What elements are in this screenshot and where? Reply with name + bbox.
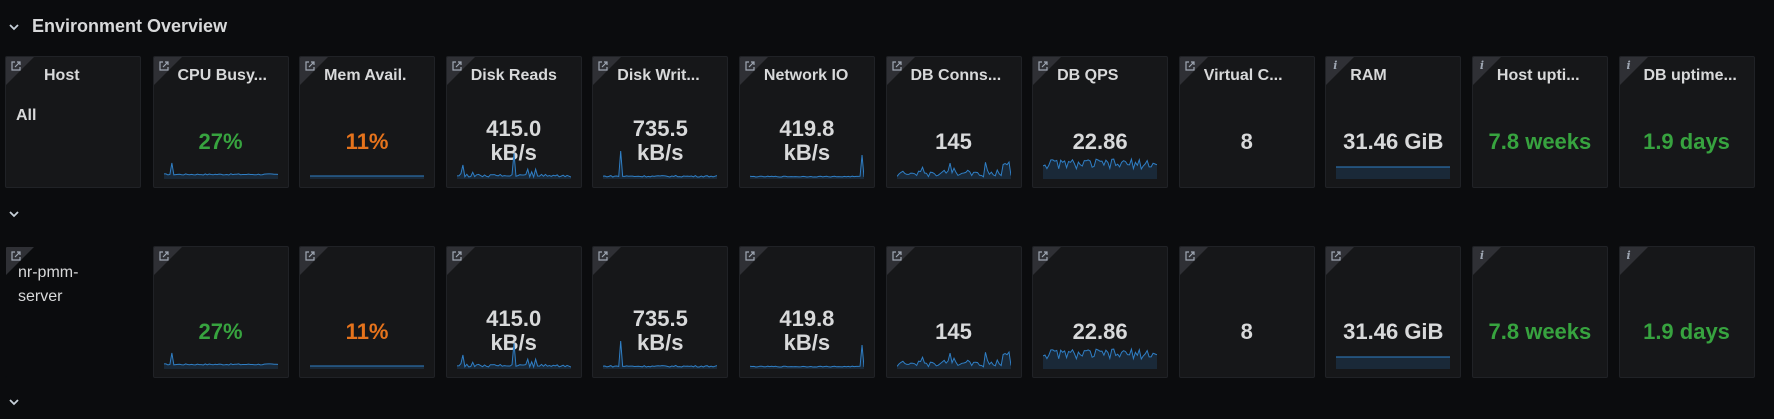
- external-link-icon[interactable]: [597, 250, 609, 262]
- panel-title: DB QPS: [1057, 67, 1119, 84]
- panel-value: 7.8 weeks: [1488, 319, 1592, 344]
- row-title-environment-overview[interactable]: Environment Overview: [8, 16, 227, 37]
- external-link-icon[interactable]: [891, 250, 903, 262]
- stat-panel[interactable]: i 7.8 weeks: [1471, 246, 1608, 378]
- stat-panel[interactable]: 22.86: [1032, 246, 1169, 378]
- panel-title: Network IO: [763, 67, 849, 84]
- info-icon[interactable]: i: [1477, 250, 1489, 262]
- sparkline: [603, 339, 718, 369]
- sparkline: [749, 339, 864, 369]
- panel-value-number: 735.5: [632, 306, 688, 331]
- stat-panel[interactable]: i DB uptime... 1.9 days: [1618, 56, 1755, 188]
- stat-panel[interactable]: Disk Writ... 735.5 kB/s: [592, 56, 729, 188]
- sparkline: [1336, 149, 1451, 179]
- panel-value: 8: [1240, 319, 1253, 344]
- stat-panel[interactable]: 419.8 kB/s: [738, 246, 875, 378]
- panel-title: Host: [44, 67, 80, 84]
- external-link-icon[interactable]: [1184, 250, 1196, 262]
- sparkline: [896, 339, 1011, 369]
- sparkline: [310, 149, 425, 179]
- stat-panel[interactable]: 735.5 kB/s: [592, 246, 729, 378]
- sparkline: [163, 149, 278, 179]
- info-icon[interactable]: i: [1477, 60, 1489, 72]
- sparkline: [163, 339, 278, 369]
- stat-panel[interactable]: 27%: [152, 246, 289, 378]
- stat-panel[interactable]: 11%: [299, 246, 436, 378]
- panel-title: Virtual C...: [1203, 67, 1283, 84]
- external-link-icon[interactable]: [1037, 250, 1049, 262]
- panel-title: DB Conns...: [910, 67, 1002, 84]
- external-link-icon[interactable]: [891, 60, 903, 72]
- stat-panel[interactable]: DB QPS 22.86: [1032, 56, 1169, 188]
- panel-title: RAM: [1350, 67, 1387, 84]
- panel-value: 1.9 days: [1643, 319, 1730, 344]
- chevron-down-icon[interactable]: [8, 208, 26, 220]
- external-link-icon[interactable]: [1330, 250, 1342, 262]
- external-link-icon[interactable]: [1037, 60, 1049, 72]
- panel-value-number: 419.8: [779, 306, 835, 331]
- stat-panel[interactable]: Network IO 419.8 kB/s: [738, 56, 875, 188]
- panel-title: DB uptime...: [1643, 67, 1737, 84]
- stat-panel[interactable]: CPU Busy... 27%: [152, 56, 289, 188]
- stat-panel[interactable]: i 1.9 days: [1618, 246, 1755, 378]
- external-link-icon[interactable]: [10, 60, 22, 72]
- sparkline: [603, 149, 718, 179]
- row-title-label: Environment Overview: [32, 16, 228, 36]
- panel-value: 8: [1240, 129, 1253, 154]
- stat-panel[interactable]: 145: [885, 246, 1022, 378]
- chevron-down-icon[interactable]: [8, 396, 26, 408]
- external-link-icon[interactable]: [158, 250, 170, 262]
- sparkline: [456, 339, 571, 369]
- sparkline: [310, 339, 425, 369]
- host-panel[interactable]: Host All: [5, 56, 141, 188]
- info-icon[interactable]: i: [1330, 60, 1342, 72]
- sparkline: [1043, 339, 1158, 369]
- stat-panel[interactable]: Disk Reads 415.0 kB/s: [445, 56, 582, 188]
- stat-panel[interactable]: i RAM 31.46 GiB: [1325, 56, 1462, 188]
- host-name-line1: nr-pmm-: [18, 264, 79, 281]
- sparkline: [1043, 149, 1158, 179]
- panel-value-number: 415.0: [486, 116, 542, 141]
- panel-title: CPU Busy...: [177, 67, 268, 84]
- external-link-icon[interactable]: [304, 60, 316, 72]
- panel-title: Mem Avail.: [324, 67, 407, 84]
- panel-value-number: 735.5: [632, 116, 688, 141]
- panel-value: 7.8 weeks: [1488, 129, 1592, 154]
- stat-panel[interactable]: Mem Avail. 11%: [299, 56, 436, 188]
- external-link-icon[interactable]: [597, 60, 609, 72]
- panel-value-number: 415.0: [486, 306, 542, 331]
- external-link-icon[interactable]: [1184, 60, 1196, 72]
- external-link-icon[interactable]: [451, 60, 463, 72]
- sparkline: [896, 149, 1011, 179]
- info-icon[interactable]: i: [1624, 250, 1636, 262]
- stat-panel[interactable]: DB Conns... 145: [885, 56, 1022, 188]
- external-link-icon[interactable]: [744, 60, 756, 72]
- external-link-icon[interactable]: [304, 250, 316, 262]
- stat-panel[interactable]: 415.0 kB/s: [445, 246, 582, 378]
- sparkline: [456, 149, 571, 179]
- external-link-icon[interactable]: [744, 250, 756, 262]
- panel-title: Disk Writ...: [617, 67, 700, 84]
- panel-value: 1.9 days: [1643, 129, 1730, 154]
- panel-title: Host upti...: [1496, 67, 1580, 84]
- sparkline: [1336, 339, 1451, 369]
- panel-value-number: 419.8: [779, 116, 835, 141]
- host-panel-row2[interactable]: nr-pmm- server: [5, 246, 141, 378]
- sparkline: [749, 149, 864, 179]
- stat-panel[interactable]: 31.46 GiB: [1325, 246, 1462, 378]
- info-icon[interactable]: i: [1624, 60, 1636, 72]
- chevron-down-icon[interactable]: [8, 21, 26, 33]
- external-link-icon[interactable]: [451, 250, 463, 262]
- stat-panel[interactable]: 8: [1178, 246, 1315, 378]
- host-name-value: nr-pmm- server: [18, 261, 78, 309]
- host-value: All: [16, 107, 37, 124]
- stat-panel[interactable]: Virtual C... 8: [1178, 56, 1315, 188]
- external-link-icon[interactable]: [158, 60, 170, 72]
- host-name-line2: server: [18, 288, 63, 305]
- panel-title: Disk Reads: [470, 67, 557, 84]
- stat-panel[interactable]: i Host upti... 7.8 weeks: [1471, 56, 1608, 188]
